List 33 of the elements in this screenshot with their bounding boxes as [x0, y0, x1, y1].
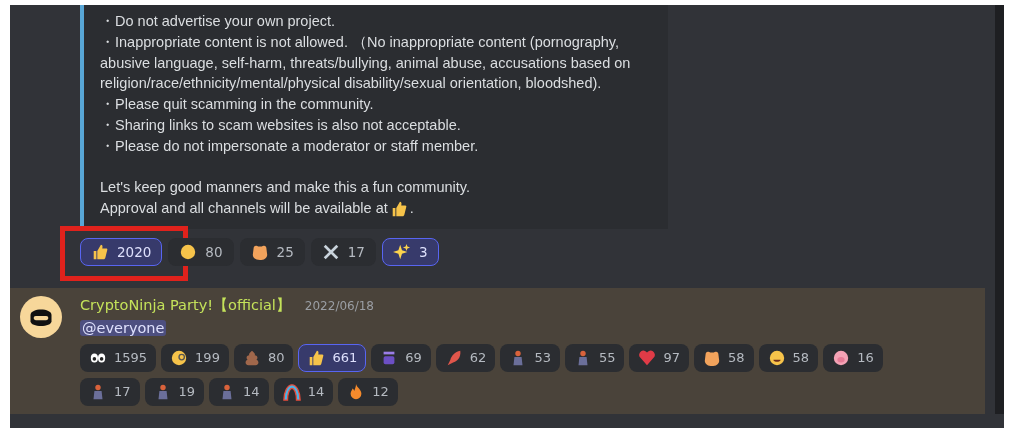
reaction-button[interactable]: 69 — [371, 343, 431, 372]
reaction-button[interactable]: 14 — [273, 377, 334, 406]
rule-text: ・Inappropriate content is not allowed. （No inappropriate content (pornography, abusive language, self-harm, threats/bullying, animal abuse, accusations based on religion/race/ethnicity/mental/physical disability/sexual orientation, bloodshed). — [100, 32, 632, 94]
reaction-button[interactable]: 2020 — [80, 237, 163, 266]
reaction-button[interactable]: 16 — [823, 343, 883, 372]
rule-text: ・Do not advertise your own project. — [100, 12, 337, 31]
reaction-button[interactable]: 80 — [233, 343, 294, 372]
mention-link[interactable]: @everyone — [80, 319, 167, 336]
author-name[interactable]: CryptoNinja Party!【official】 — [80, 295, 291, 315]
reaction-button[interactable]: 199 — [161, 343, 229, 372]
rule-text: ・Sharing links to scam websites is also not acceptable. — [100, 116, 462, 135]
reaction-button[interactable]: 1595 — [80, 343, 157, 372]
reaction-button[interactable]: 55 — [564, 343, 625, 372]
reaction-button[interactable]: 661 — [298, 343, 367, 372]
reaction-button[interactable]: 17 — [310, 237, 376, 266]
reaction-button[interactable]: 62 — [435, 343, 496, 372]
reaction-button[interactable]: 12 — [338, 377, 398, 406]
message-text: Approval and all channels will be available at — [100, 199, 388, 219]
reaction-button[interactable]: 80 — [168, 237, 234, 266]
reaction-button[interactable]: 25 — [239, 237, 305, 266]
message-text: Let's keep good manners and make this a fun community. — [100, 178, 472, 198]
timestamp: 2022/06/18 — [304, 298, 374, 313]
reaction-button[interactable]: 19 — [144, 377, 205, 406]
message-text: . — [409, 199, 414, 219]
reaction-button[interactable]: 14 — [209, 377, 269, 406]
reaction-button[interactable]: 3 — [381, 237, 439, 266]
reaction-button[interactable]: 53 — [500, 343, 560, 372]
reaction-button[interactable]: 97 — [629, 343, 690, 372]
rule-text: ・Please quit scamming in the community. — [100, 95, 375, 115]
reaction-button[interactable]: 17 — [80, 377, 140, 406]
reaction-button[interactable]: 58 — [694, 343, 754, 372]
reaction-button[interactable]: 58 — [758, 343, 819, 372]
rule-text: ・Please do not impersonate a moderator or staff member. — [100, 136, 480, 156]
